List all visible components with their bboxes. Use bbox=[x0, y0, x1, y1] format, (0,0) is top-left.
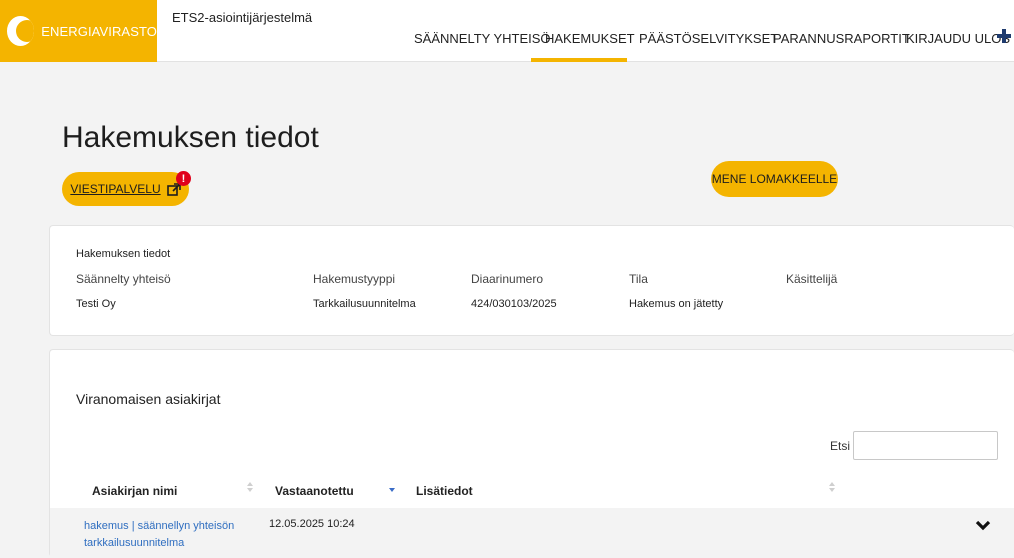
system-name: ETS2-asiointijärjestelmä bbox=[172, 10, 313, 25]
column-header-received[interactable]: Vastaanotettu bbox=[275, 484, 354, 498]
column-header-details[interactable]: Lisätiedot bbox=[416, 484, 473, 498]
application-info-card: Hakemuksen tiedot Säännelty yhteisö Test… bbox=[49, 225, 1014, 336]
notification-badge: ! bbox=[176, 171, 191, 186]
documents-title: Viranomaisen asiakirjat bbox=[76, 391, 221, 407]
info-col-yhteiso: Säännelty yhteisö Testi Oy bbox=[76, 272, 171, 310]
active-nav-indicator bbox=[531, 58, 627, 62]
viestipalvelu-label: VIESTIPALVELU bbox=[70, 182, 161, 196]
received-date: 12.05.2025 10:24 bbox=[269, 518, 355, 530]
energiavirasto-logo[interactable]: ENERGIAVIRASTO bbox=[0, 0, 157, 62]
info-label: Diaarinumero bbox=[471, 272, 544, 286]
info-value: 424/030103/2025 bbox=[471, 298, 557, 310]
sort-desc-icon[interactable] bbox=[389, 482, 397, 494]
info-value: Testi Oy bbox=[76, 298, 116, 310]
chevron-down-icon[interactable] bbox=[975, 520, 991, 532]
info-value: Hakemus on jätetty bbox=[629, 298, 724, 310]
nav-item-kirjaudu-ulos[interactable]: KIRJAUDU ULOS bbox=[906, 31, 1010, 46]
page-title: Hakemuksen tiedot bbox=[62, 121, 319, 154]
logo-text: ENERGIAVIRASTO bbox=[41, 23, 157, 39]
sort-icon[interactable] bbox=[829, 482, 837, 494]
info-col-tila: Tila Hakemus on jätetty bbox=[629, 272, 723, 310]
logo-sun-icon bbox=[7, 16, 35, 46]
table-row[interactable]: hakemus | säännellyn yhteisön tarkkailus… bbox=[50, 508, 1014, 558]
info-col-hakemustyyppi: Hakemustyyppi Tarkkailusuunnitelma bbox=[313, 272, 416, 310]
info-label: Säännelty yhteisö bbox=[76, 272, 171, 286]
info-col-kasittelija: Käsittelijä bbox=[786, 272, 837, 298]
nav-item-saannelty-yhteiso[interactable]: SÄÄNNELTY YHTEISÖ bbox=[414, 31, 551, 46]
info-card-title: Hakemuksen tiedot bbox=[76, 248, 171, 260]
mene-lomakkeelle-button[interactable]: MENE LOMAKKEELLE bbox=[711, 161, 838, 197]
column-header-name[interactable]: Asiakirjan nimi bbox=[92, 484, 177, 498]
authority-documents-card: Viranomaisen asiakirjat Etsi Asiakirjan … bbox=[49, 349, 1014, 558]
viestipalvelu-button[interactable]: VIESTIPALVELU bbox=[62, 172, 189, 206]
plus-icon[interactable] bbox=[997, 28, 1011, 44]
info-label: Tila bbox=[629, 272, 648, 286]
nav-item-paastoselvitykset[interactable]: PÄÄSTÖSELVITYKSET bbox=[639, 31, 778, 46]
info-label: Käsittelijä bbox=[786, 272, 838, 286]
info-col-diaarinumero: Diaarinumero 424/030103/2025 bbox=[471, 272, 557, 310]
info-value: Tarkkailusuunnitelma bbox=[313, 298, 416, 310]
nav-item-hakemukset[interactable]: HAKEMUKSET bbox=[545, 31, 635, 46]
top-header: ENERGIAVIRASTO ETS2-asiointijärjestelmä … bbox=[0, 0, 1014, 62]
nav-item-parannusraportit[interactable]: PARANNUSRAPORTIT bbox=[773, 31, 910, 46]
sort-icon[interactable] bbox=[247, 482, 255, 494]
search-label: Etsi bbox=[830, 439, 851, 453]
document-link[interactable]: hakemus | säännellyn yhteisön tarkkailus… bbox=[84, 518, 244, 552]
info-label: Hakemustyyppi bbox=[313, 272, 396, 286]
search-input[interactable] bbox=[853, 431, 998, 460]
